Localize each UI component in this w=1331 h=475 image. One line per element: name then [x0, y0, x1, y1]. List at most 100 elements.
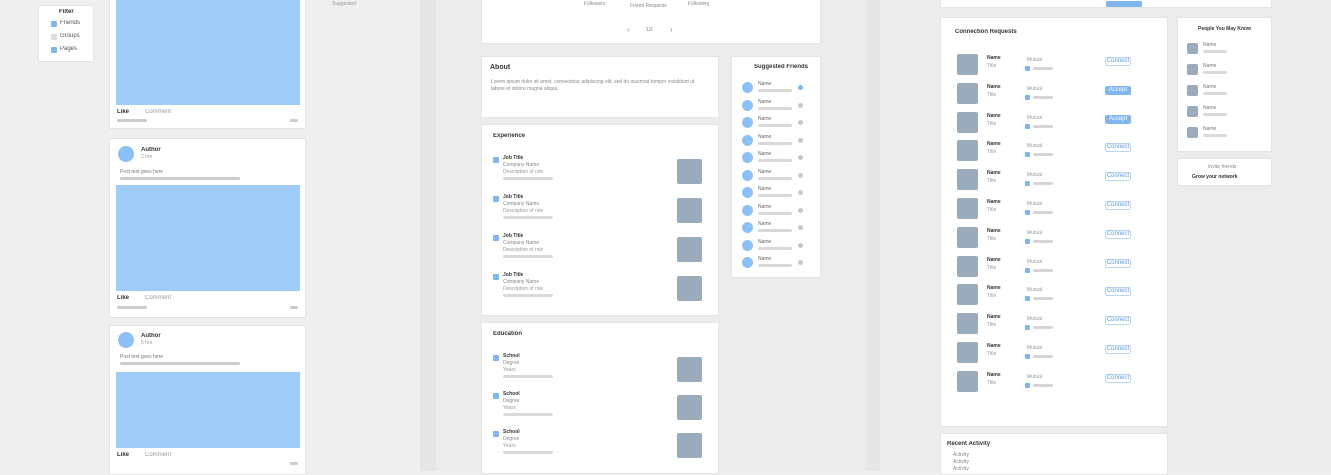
experience-logo[interactable]: [677, 198, 702, 223]
avatar[interactable]: [957, 198, 978, 219]
connection-name[interactable]: Name: [987, 343, 1001, 349]
stat-friend-requests[interactable]: Friend Requests: [630, 3, 667, 9]
connection-action-button[interactable]: Accept: [1105, 85, 1131, 95]
activity-item[interactable]: Activity: [953, 466, 969, 472]
suggested-friend-item[interactable]: Name: [732, 221, 820, 235]
people-item[interactable]: Name: [1178, 105, 1271, 121]
avatar[interactable]: [957, 140, 978, 162]
connection-name[interactable]: Name: [987, 55, 1001, 61]
checkbox-icon[interactable]: [51, 47, 57, 53]
filter-option[interactable]: Friends: [39, 20, 93, 29]
post-author[interactable]: Author: [141, 147, 161, 153]
comment-button[interactable]: Comment: [145, 295, 171, 301]
education-item[interactable]: School Degree Years: [482, 429, 718, 463]
experience-item[interactable]: Job Title Company Name Description of role: [482, 194, 718, 229]
avatar[interactable]: [118, 332, 134, 348]
connection-action-button[interactable]: Accept: [1105, 114, 1131, 124]
experience-item[interactable]: Job Title Company Name Description of role: [482, 155, 718, 190]
avatar[interactable]: [957, 82, 978, 104]
post-image[interactable]: [116, 0, 300, 105]
stat-followers[interactable]: Followers: [584, 1, 605, 7]
add-friend-icon[interactable]: [798, 137, 803, 143]
suggested-friend-item[interactable]: Name: [732, 256, 820, 270]
connection-action-button[interactable]: Connect: [1105, 201, 1131, 210]
connection-name[interactable]: Name: [987, 199, 1001, 205]
avatar[interactable]: [957, 226, 978, 248]
post-image[interactable]: [116, 185, 300, 291]
connection-action-button[interactable]: Connect: [1105, 316, 1131, 326]
activity-item[interactable]: Activity: [953, 452, 969, 458]
avatar[interactable]: [742, 117, 753, 128]
education-logo[interactable]: [677, 395, 702, 420]
people-item[interactable]: Name: [1178, 84, 1271, 100]
avatar[interactable]: [742, 257, 753, 268]
people-item[interactable]: Name: [1178, 63, 1271, 79]
connection-action-button[interactable]: Connect: [1105, 229, 1131, 239]
experience-logo[interactable]: [677, 159, 702, 184]
connection-name[interactable]: Name: [987, 228, 1001, 234]
avatar[interactable]: [742, 152, 753, 163]
people-item[interactable]: Name: [1178, 42, 1271, 58]
education-logo[interactable]: [677, 357, 702, 382]
connection-name[interactable]: Name: [987, 170, 1001, 176]
avatar[interactable]: [957, 313, 978, 335]
connection-name[interactable]: Name: [987, 285, 1001, 291]
avatar[interactable]: [1187, 85, 1198, 96]
suggested-friend-item[interactable]: Name: [732, 81, 820, 95]
top-tab-active[interactable]: [1106, 1, 1142, 7]
avatar[interactable]: [957, 169, 978, 191]
stat-following[interactable]: Following: [688, 1, 709, 7]
connection-action-button[interactable]: Connect: [1105, 258, 1131, 268]
filter-option[interactable]: Groups: [39, 33, 93, 42]
experience-item[interactable]: Job Title Company Name Description of role: [482, 233, 718, 268]
avatar[interactable]: [1187, 43, 1198, 54]
avatar[interactable]: [1187, 64, 1198, 75]
suggested-friend-item[interactable]: Name: [732, 186, 820, 200]
add-friend-icon[interactable]: [798, 190, 803, 195]
avatar[interactable]: [957, 54, 978, 75]
education-item[interactable]: School Degree Years: [482, 391, 718, 425]
education-item[interactable]: School Degree Years: [482, 353, 718, 387]
connection-name[interactable]: Name: [987, 113, 1001, 119]
invite-card[interactable]: Invite friends Grow your network: [1177, 158, 1272, 186]
experience-logo[interactable]: [677, 237, 702, 262]
like-button[interactable]: Like: [117, 452, 129, 458]
connection-action-button[interactable]: Connect: [1105, 345, 1131, 354]
suggested-friend-item[interactable]: Name: [732, 116, 820, 130]
suggested-friend-item[interactable]: Name: [732, 239, 820, 253]
avatar[interactable]: [742, 222, 753, 233]
avatar[interactable]: [742, 239, 753, 251]
add-friend-icon[interactable]: [798, 242, 803, 248]
connection-name[interactable]: Name: [987, 141, 1001, 147]
people-item[interactable]: Name: [1178, 126, 1271, 142]
activity-item[interactable]: Activity: [953, 459, 969, 465]
avatar[interactable]: [957, 370, 978, 392]
avatar[interactable]: [742, 134, 753, 146]
comment-button[interactable]: Comment: [145, 452, 171, 458]
avatar[interactable]: [957, 284, 978, 306]
add-friend-icon[interactable]: [798, 120, 803, 125]
like-button[interactable]: Like: [117, 295, 129, 301]
add-friend-icon[interactable]: [798, 85, 803, 90]
connection-action-button[interactable]: Connect: [1105, 172, 1131, 182]
post-image[interactable]: [116, 372, 300, 448]
connection-action-button[interactable]: Connect: [1105, 287, 1131, 297]
checkbox-icon[interactable]: [51, 21, 57, 27]
avatar[interactable]: [742, 82, 753, 93]
avatar[interactable]: [118, 146, 134, 162]
comment-button[interactable]: Comment: [145, 109, 171, 115]
add-friend-icon[interactable]: [798, 102, 803, 108]
avatar[interactable]: [742, 187, 753, 198]
experience-item[interactable]: Job Title Company Name Description of role: [482, 272, 718, 307]
invite-title[interactable]: Invite friends: [1208, 164, 1236, 170]
avatar[interactable]: [957, 342, 978, 363]
connection-name[interactable]: Name: [987, 84, 1001, 90]
education-logo[interactable]: [677, 433, 702, 458]
checkbox-icon[interactable]: [51, 34, 57, 40]
like-button[interactable]: Like: [117, 109, 129, 115]
suggested-friend-item[interactable]: Name: [732, 169, 820, 183]
add-friend-icon[interactable]: [798, 155, 803, 160]
connection-action-button[interactable]: Connect: [1105, 57, 1131, 66]
avatar[interactable]: [1187, 106, 1198, 117]
avatar[interactable]: [957, 255, 978, 277]
